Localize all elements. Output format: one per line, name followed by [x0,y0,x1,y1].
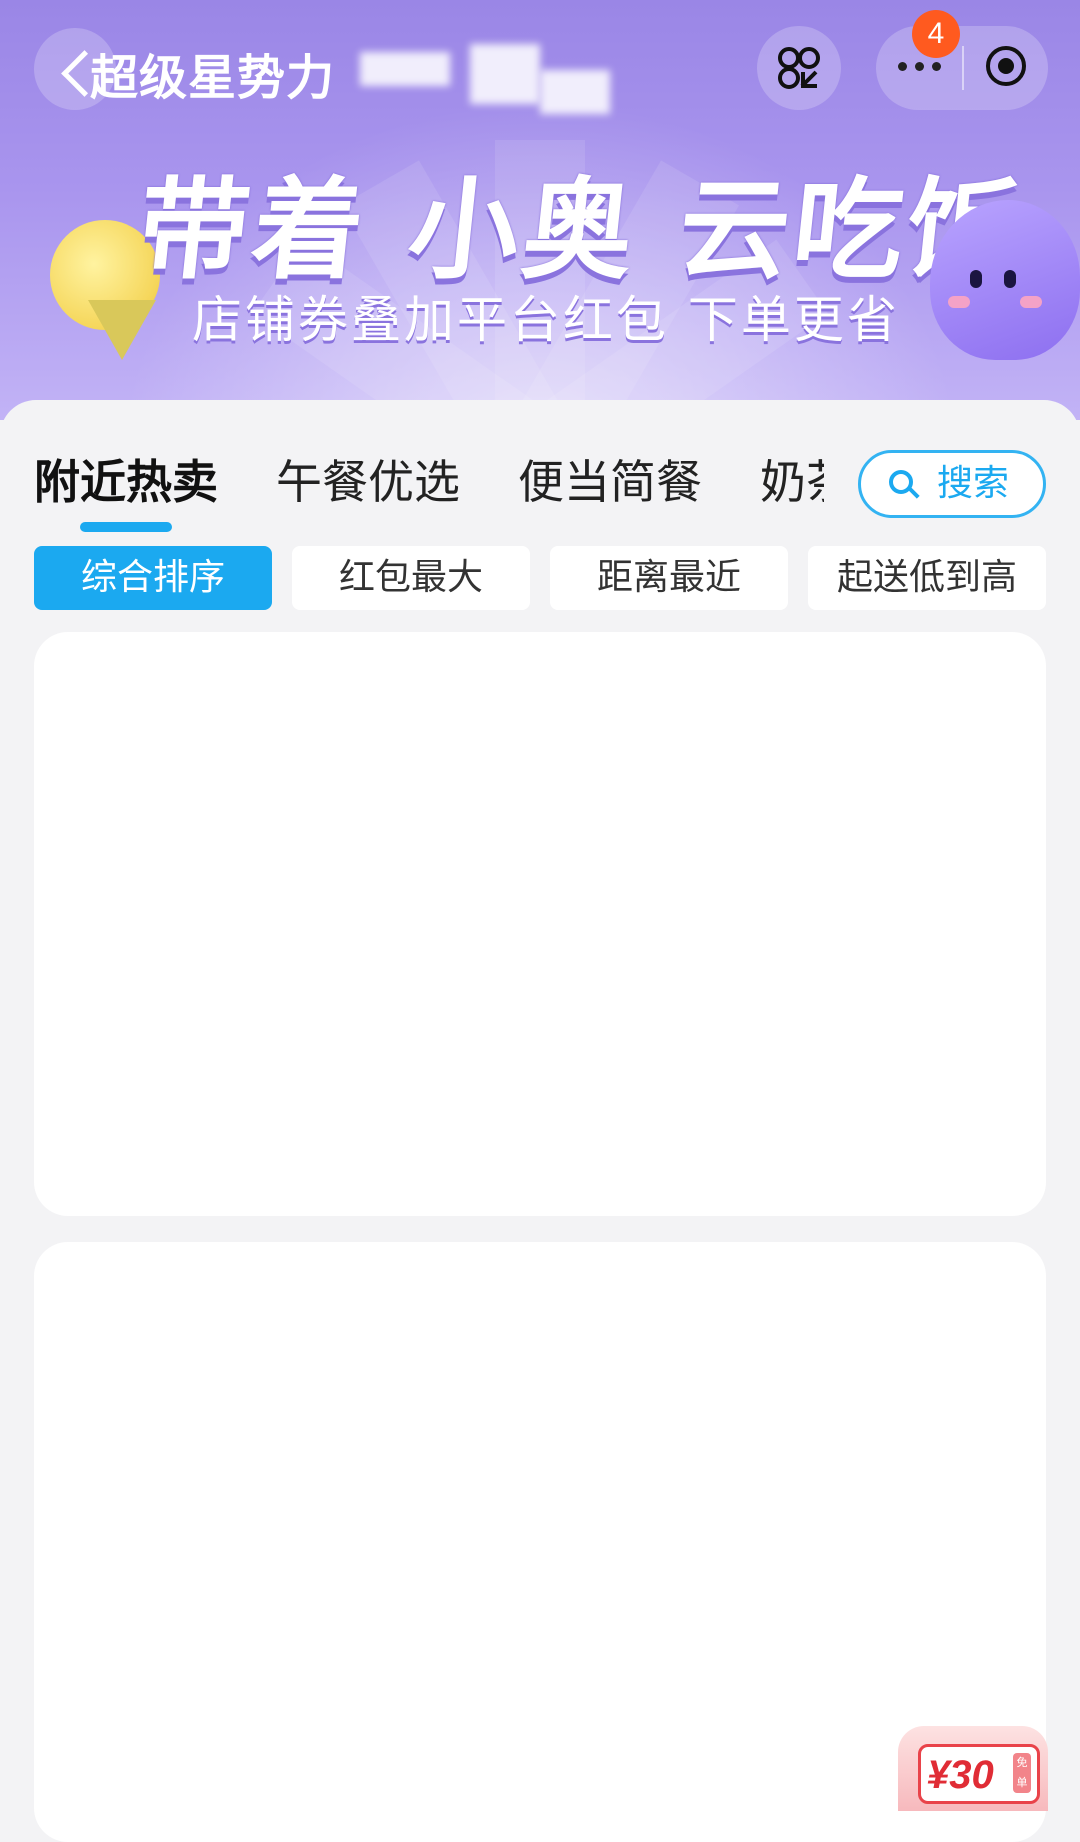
coupon-tag: ¥30 免单 [918,1744,1040,1804]
tab-bento[interactable]: 便当简餐 [518,452,702,512]
notification-badge: 4 [912,10,960,58]
more-icon[interactable] [898,62,942,74]
tab-milk-tea[interactable]: 奶茶 [760,452,824,512]
banner-headline: 带着 小奥 云吃饭 [132,166,1029,294]
search-icon-handle [908,487,920,499]
search-label: 搜索 [937,463,1010,504]
scan-button[interactable] [757,26,841,110]
redacted-title [540,70,610,114]
banner-subline: 店铺券叠加平台红包 下单更省 [192,291,900,349]
content-panel: 附近热卖午餐优选便当简餐奶茶 搜索 综合排序 红包最大 距离最近 起送低到高 [0,400,1080,1842]
store-card[interactable] [34,1242,1046,1842]
hero-banner[interactable]: 超级星势力 4 带着 小奥 云吃饭 店铺券叠加平台红包 下单更省 [0,0,1080,420]
mini-app-title: 超级星势力 [90,50,336,106]
mascot-illustration [930,200,1080,360]
capsule-divider [962,46,964,90]
sort-min-order-low-to-high[interactable]: 起送低到高 [808,546,1046,610]
store-card[interactable] [34,632,1046,1216]
mini-program-capsule [876,26,1048,110]
close-miniprogram-icon[interactable] [986,46,1026,86]
sort-largest-red-packet[interactable]: 红包最大 [292,546,530,610]
sort-comprehensive[interactable]: 综合排序 [34,546,272,610]
category-tabs: 附近热卖午餐优选便当简餐奶茶 [34,452,824,522]
tab-lunch-picks[interactable]: 午餐优选 [276,452,460,512]
ice-cream-cone-illustration [88,300,156,360]
scan-icon [778,47,820,89]
sort-options: 综合排序 红包最大 距离最近 起送低到高 [34,546,1046,610]
redacted-title [470,44,540,104]
tab-nearby-hot[interactable]: 附近热卖 [34,452,218,512]
active-tab-indicator [80,522,172,532]
sort-nearest[interactable]: 距离最近 [550,546,788,610]
floating-coupon[interactable]: ¥30 免单 [898,1726,1048,1811]
search-button[interactable]: 搜索 [858,450,1046,518]
coupon-amount: ¥30 [927,1753,994,1797]
redacted-title [360,52,450,86]
coupon-label: 免单 [1013,1753,1031,1793]
